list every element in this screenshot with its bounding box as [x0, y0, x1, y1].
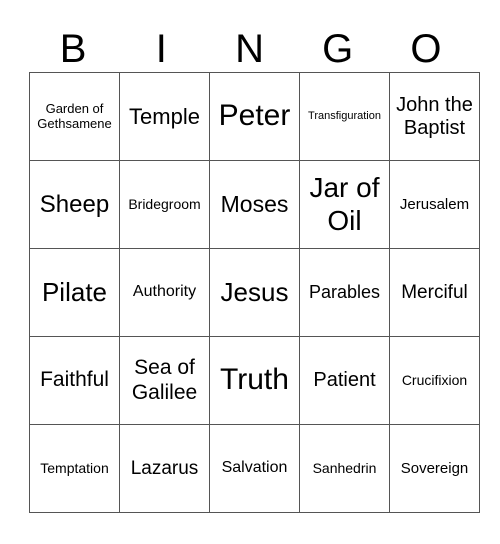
card-row: Sheep Bridegroom Moses Jar of Oil Jerusa… [29, 160, 480, 249]
card-cell[interactable]: John the Baptist [389, 72, 480, 161]
card-cell[interactable]: Faithful [29, 336, 120, 425]
card-cell[interactable]: Sovereign [389, 424, 480, 513]
card-row: Pilate Authority Jesus Parables Merciful [29, 248, 480, 337]
card-cell[interactable]: Patient [299, 336, 390, 425]
card-cell[interactable]: Temptation [29, 424, 120, 513]
card-cell[interactable]: Moses [209, 160, 300, 249]
card-cell[interactable]: Sheep [29, 160, 120, 249]
card-cell[interactable]: Sanhedrin [299, 424, 390, 513]
card-cell[interactable]: Transfiguration [299, 72, 390, 161]
header-letter-o: O [410, 27, 442, 71]
header-letter-g: G [322, 27, 354, 71]
card-cell[interactable]: Merciful [389, 248, 480, 337]
card-cell[interactable]: Jerusalem [389, 160, 480, 249]
card-cell[interactable]: Pilate [29, 248, 120, 337]
card-cell[interactable]: Temple [119, 72, 210, 161]
card-cell[interactable]: Truth [209, 336, 300, 425]
header-letter-b: B [59, 27, 87, 71]
card-row: Garden of Gethsamene Temple Peter Transf… [29, 72, 480, 161]
card-cell[interactable]: Peter [209, 72, 300, 161]
card-cell[interactable]: Salvation [209, 424, 300, 513]
header-letter-i: I [155, 27, 167, 71]
bingo-card: Garden of Gethsamene Temple Peter Transf… [29, 72, 480, 513]
card-row: Faithful Sea of Galilee Truth Patient Cr… [29, 336, 480, 425]
card-row: Temptation Lazarus Salvation Sanhedrin S… [29, 424, 480, 513]
card-cell[interactable]: Jesus [209, 248, 300, 337]
card-cell[interactable]: Bridegroom [119, 160, 210, 249]
card-cell[interactable]: Sea of Galilee [119, 336, 210, 425]
card-cell[interactable]: Jar of Oil [299, 160, 390, 249]
card-cell[interactable]: Parables [299, 248, 390, 337]
header-letter-n: N [235, 27, 264, 71]
card-cell[interactable]: Authority [119, 248, 210, 337]
bingo-header: B I N G O [29, 26, 470, 72]
card-cell[interactable]: Garden of Gethsamene [29, 72, 120, 161]
card-cell[interactable]: Lazarus [119, 424, 210, 513]
card-cell[interactable]: Crucifixion [389, 336, 480, 425]
